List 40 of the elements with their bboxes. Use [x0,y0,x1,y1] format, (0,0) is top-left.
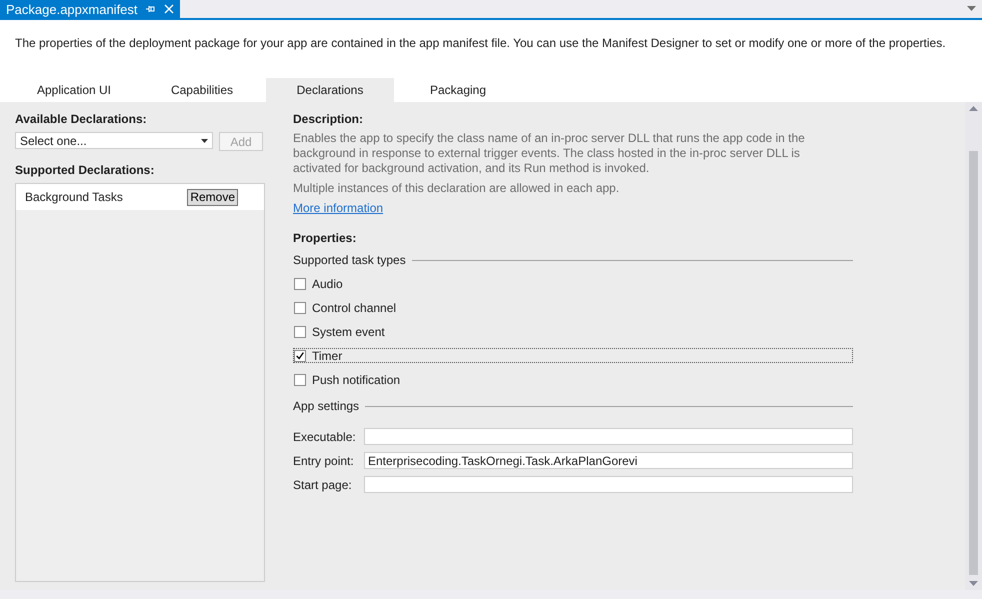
checkbox-row[interactable]: Audio [293,276,853,291]
field-label: Entry point: [293,454,355,468]
checkbox[interactable] [294,374,306,386]
input-field[interactable] [364,428,853,445]
dropdown-icon[interactable] [967,6,976,11]
caret-icon [201,138,208,142]
checkbox[interactable] [294,278,306,290]
description-text: Multiple instances of this declaration are allowed in each app. [293,181,620,196]
checkbox[interactable] [294,350,306,362]
tab[interactable]: Declarations [266,78,394,102]
checkbox-row[interactable]: Timer [293,348,853,363]
section-heading: Properties: [293,231,358,245]
field-label: Start page: [293,478,353,492]
group-label: App settings [293,399,360,413]
description-text: Enables the app to specify the class name of an in-proc server DLL that runs the app code in the background in response to external trigger events. The class hosted in the in-proc server DLL is activated for background activation, and its Run method is invoked. [293,131,806,176]
declaration-item[interactable]: Background Tasks Remove [16,184,264,210]
field-label: Executable: [293,430,357,444]
input-field[interactable]: Enterprisecoding.TaskOrnegi.Task.ArkaPlanGorevi [364,452,853,469]
more-information-link[interactable]: More information [293,201,384,215]
section-heading: Available Declarations: [15,112,148,126]
section-heading: Supported Declarations: [15,163,156,177]
group-label: Supported task types [293,253,406,267]
close-icon[interactable] [164,4,174,14]
checkbox[interactable] [294,326,306,338]
checkbox-row[interactable]: Control channel [293,300,853,315]
checkbox-row[interactable]: Push notification [293,372,853,387]
scroll-up-icon[interactable] [969,106,978,111]
declaration-name: Background Tasks [25,190,123,204]
section-heading: Description: [293,112,364,126]
scroll-down-icon[interactable] [969,581,978,586]
remove-button[interactable]: Remove [187,188,238,206]
checkbox-row[interactable]: System event [293,324,853,339]
intro-text: The properties of the deployment package for your app are contained in the app manifest file. You can use the Manifest Designer to set or modify one or more of the properties. [14,35,947,50]
document-tab[interactable]: Package.appxmanifest [0,0,180,18]
declaration-dropdown[interactable]: Select one... [15,132,213,149]
input-field[interactable] [364,476,853,493]
checkbox[interactable] [294,302,306,314]
scroll-thumb[interactable] [969,151,978,575]
pin-icon[interactable] [146,4,156,14]
scrollbar[interactable] [965,102,982,590]
